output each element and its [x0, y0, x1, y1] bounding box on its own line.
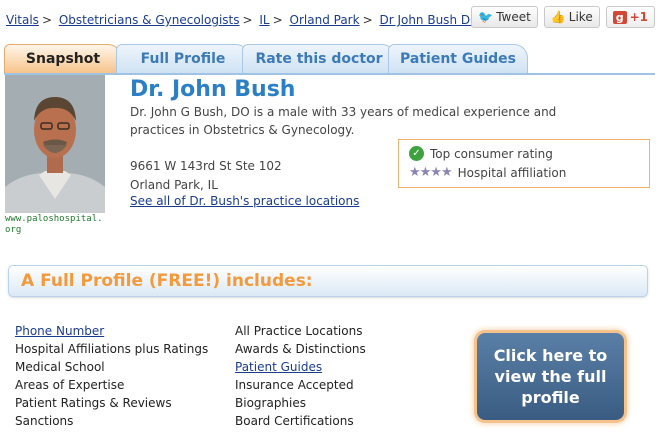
top-rating-label: Top consumer rating: [430, 146, 553, 161]
feature-phone-number-link[interactable]: Phone Number: [15, 324, 104, 338]
breadcrumb-link-state[interactable]: IL: [259, 13, 269, 27]
photo-caption: www.paloshospital.org: [5, 214, 103, 235]
feature-item: All Practice Locations: [235, 324, 363, 338]
tab-snapshot[interactable]: Snapshot: [4, 44, 122, 73]
feature-item: Areas of Expertise: [15, 378, 125, 392]
banner-title: A Full Profile (FREE!) includes:: [21, 271, 313, 291]
features-list-left: Phone Number Hospital Affiliations plus …: [15, 322, 208, 430]
feature-item: Sanctions: [15, 414, 74, 428]
breadcrumb-link-specialty[interactable]: Obstetricians & Gynecologists: [59, 13, 240, 27]
thumbs-up-icon: 👍: [550, 10, 566, 24]
features-list-right: All Practice Locations Awards & Distinct…: [235, 322, 366, 430]
doctor-photo: [5, 75, 105, 213]
google-plus-button[interactable]: g +1: [605, 6, 655, 28]
breadcrumb: Vitals > Obstetricians & Gynecologists > I…: [6, 13, 480, 27]
feature-patient-guides-link[interactable]: Patient Guides: [235, 360, 322, 374]
breadcrumb-link-doctor[interactable]: Dr John Bush DO: [379, 13, 479, 27]
hospital-affiliation-badge: ★★★★ Hospital affiliation: [409, 165, 566, 180]
doctor-description: Dr. John G Bush, DO is a male with 33 ye…: [130, 105, 557, 137]
google-plus-icon: g: [612, 10, 627, 24]
doctor-name: Dr. John Bush: [130, 77, 296, 102]
breadcrumb-separator: >: [272, 13, 283, 27]
address-line-2: Orland Park, IL: [130, 178, 218, 192]
tab-rate-doctor[interactable]: Rate this doctor: [242, 44, 396, 73]
breadcrumb-separator: >: [362, 13, 373, 27]
view-full-profile-button[interactable]: Click here to view the full profile: [477, 333, 624, 420]
tab-patient-guides[interactable]: Patient Guides: [388, 44, 528, 73]
profile-tabs: Snapshot Full Profile Rate this doctor P…: [4, 44, 655, 75]
twitter-bird-icon: 🐦: [478, 10, 494, 24]
cta-label: Click here to view the full profile: [493, 346, 608, 407]
breadcrumb-link-vitals[interactable]: Vitals: [6, 13, 39, 27]
feature-item: Patient Ratings & Reviews: [15, 396, 172, 410]
practice-address: 9661 W 143rd St Ste 102 Orland Park, IL: [130, 157, 282, 195]
practice-locations-link[interactable]: See all of Dr. Bush's practice locations: [130, 194, 359, 208]
checkmark-icon: ✓: [409, 146, 424, 161]
ratings-badges: ✓ Top consumer rating ★★★★ Hospital affi…: [398, 139, 650, 188]
tweet-button[interactable]: 🐦 Tweet: [471, 6, 538, 28]
tab-full-profile[interactable]: Full Profile: [116, 44, 250, 73]
breadcrumb-separator: >: [242, 13, 253, 27]
feature-item: Insurance Accepted: [235, 378, 354, 392]
address-line-1: 9661 W 143rd St Ste 102: [130, 159, 282, 173]
social-share-bar: 🐦 Tweet 👍 Like g +1: [471, 6, 655, 28]
like-button[interactable]: 👍 Like: [543, 6, 600, 28]
google-plus-label: +1: [629, 10, 648, 24]
feature-item: Awards & Distinctions: [235, 342, 366, 356]
breadcrumb-link-city[interactable]: Orland Park: [290, 13, 360, 27]
feature-item: Medical School: [15, 360, 105, 374]
feature-item: Hospital Affiliations plus Ratings: [15, 342, 209, 356]
feature-item: Board Certifications: [235, 414, 354, 428]
star-rating-icon: ★★★★: [409, 165, 453, 180]
breadcrumb-separator: >: [41, 13, 52, 27]
top-rating-badge: ✓ Top consumer rating: [409, 146, 553, 161]
feature-item: Biographies: [235, 396, 307, 410]
like-label: Like: [568, 10, 593, 24]
hospital-affiliation-label: Hospital affiliation: [457, 165, 567, 180]
tweet-label: Tweet: [496, 10, 531, 24]
full-profile-banner: A Full Profile (FREE!) includes:: [8, 265, 648, 297]
